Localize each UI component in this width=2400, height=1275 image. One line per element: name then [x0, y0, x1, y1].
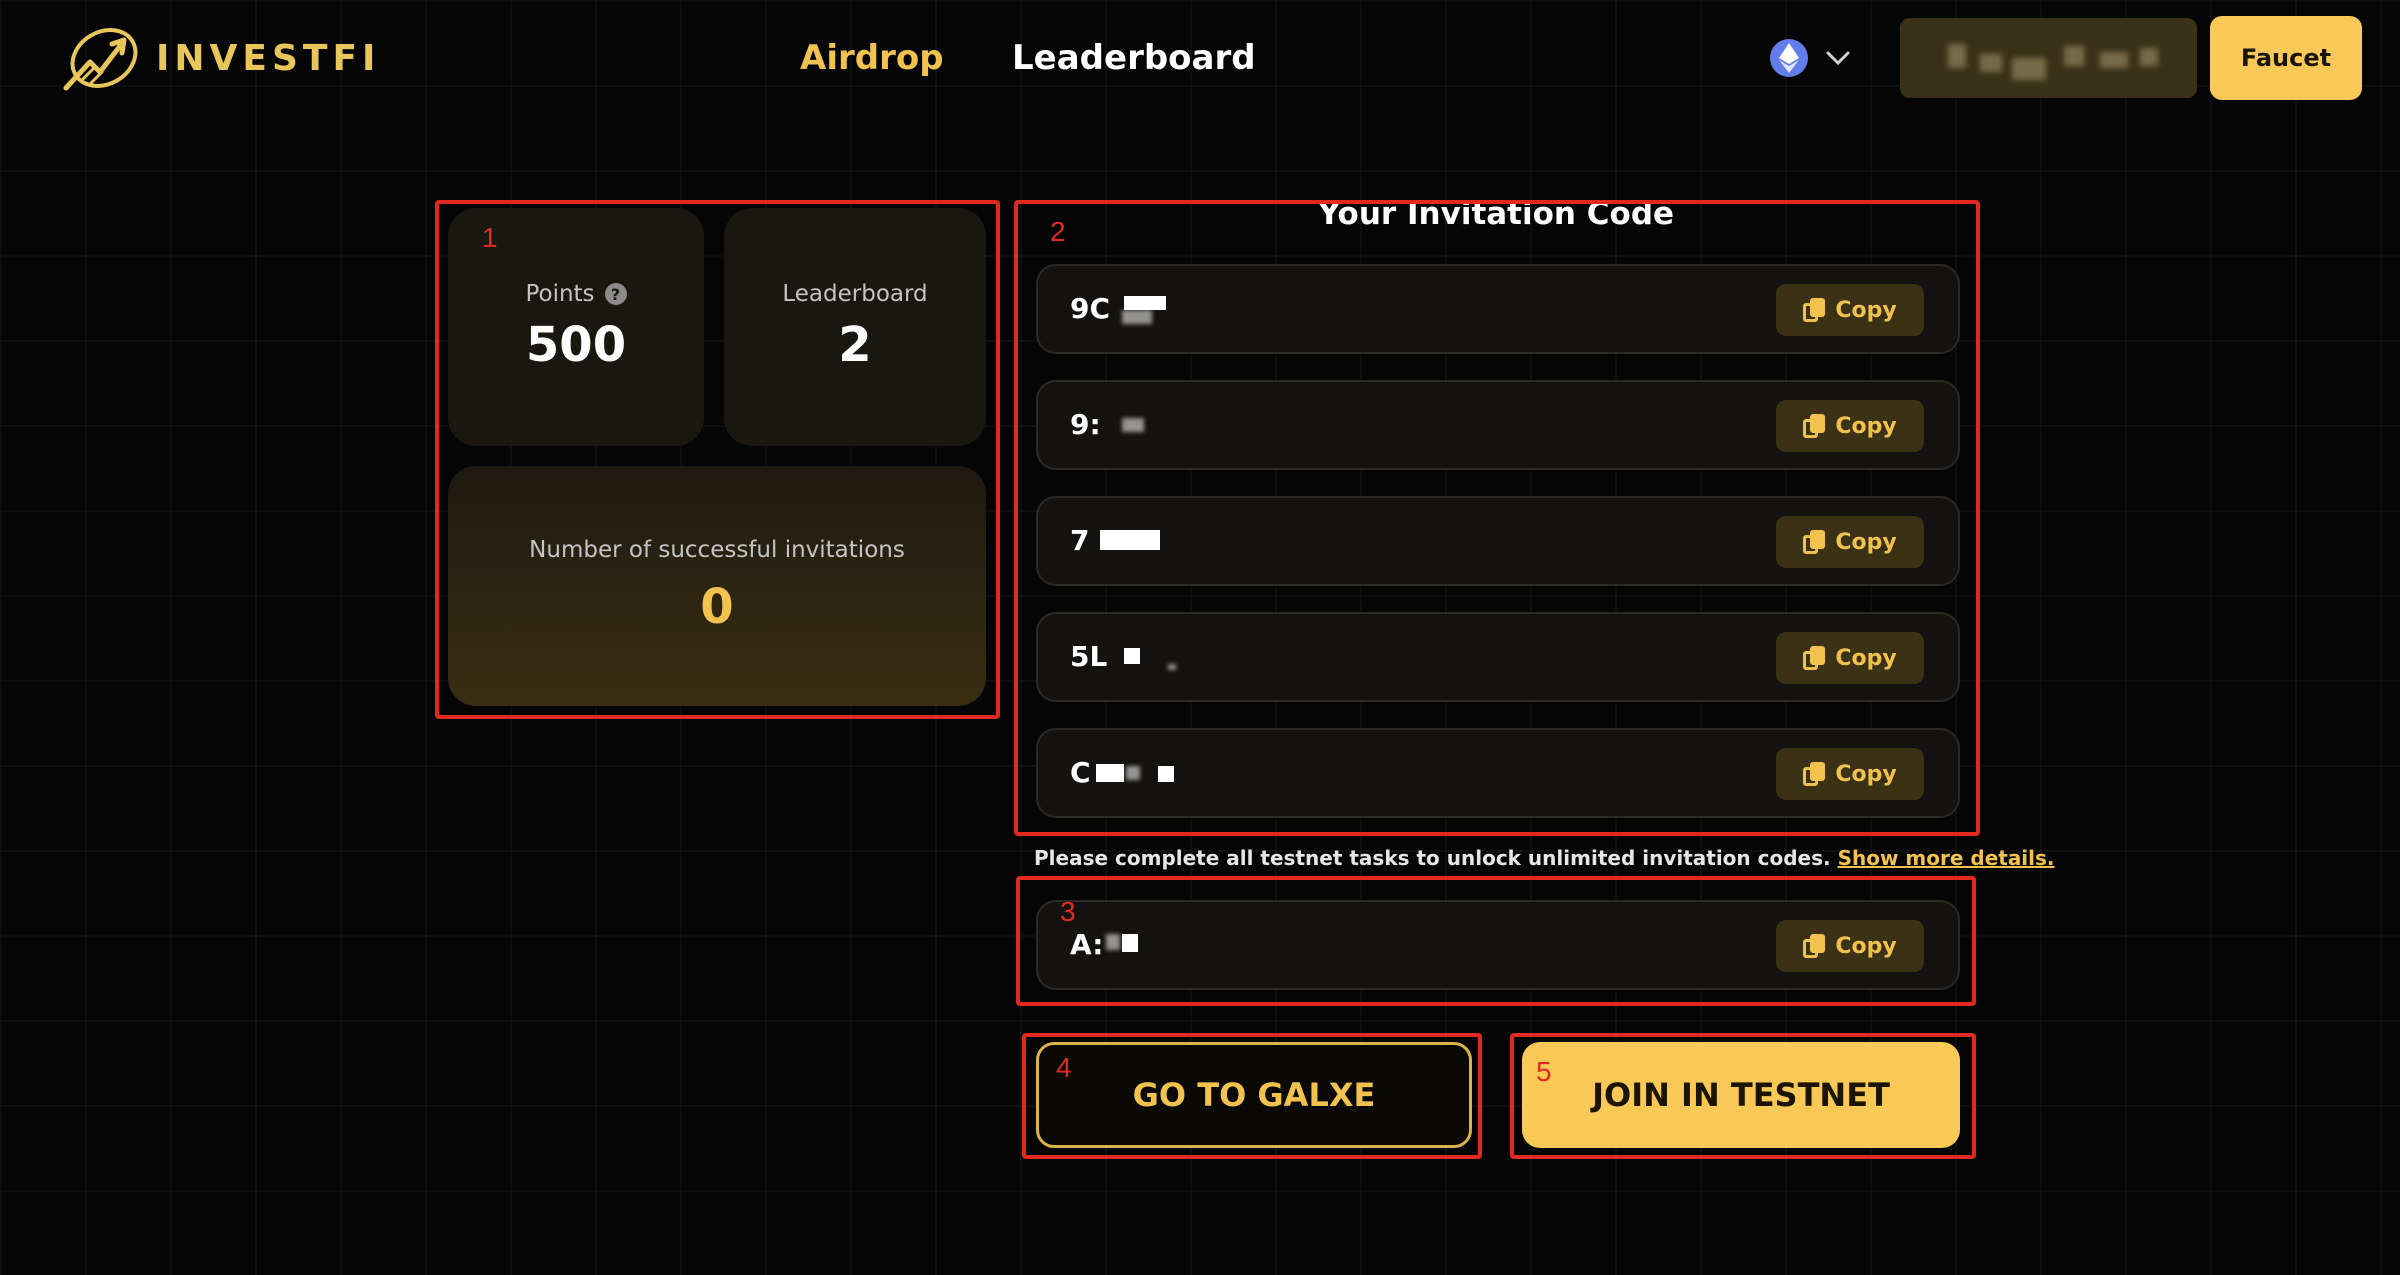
annotation-box [435, 200, 1000, 719]
network-selector[interactable] [1770, 35, 1850, 80]
annotation-box [1016, 876, 1976, 1006]
logo-text: INVESTFI [156, 37, 381, 79]
nav-leaderboard[interactable]: Leaderboard [1012, 30, 1256, 86]
nav-airdrop[interactable]: Airdrop [800, 30, 944, 86]
annotation-box [1014, 200, 1980, 836]
logo[interactable]: INVESTFI [60, 18, 375, 98]
wallet-address-button[interactable] [1900, 18, 2197, 98]
investfi-logo-icon [63, 28, 138, 91]
annotation-number: 4 [1056, 1052, 1072, 1083]
annotation-number: 5 [1536, 1056, 1552, 1087]
faucet-button[interactable]: Faucet [2210, 16, 2362, 100]
annotation-number: 1 [482, 222, 498, 253]
notice-text: Please complete all testnet tasks to unl… [1034, 846, 1831, 870]
annotation-box [1022, 1033, 1482, 1159]
annotation-number: 2 [1050, 216, 1066, 247]
annotation-number: 3 [1060, 896, 1076, 927]
chevron-down-icon [1826, 51, 1850, 65]
annotation-box [1510, 1033, 1976, 1159]
unlock-notice: Please complete all testnet tasks to unl… [1034, 846, 2055, 870]
show-more-details-link[interactable]: Show more details. [1838, 846, 2055, 870]
ethereum-icon [1770, 38, 1808, 77]
